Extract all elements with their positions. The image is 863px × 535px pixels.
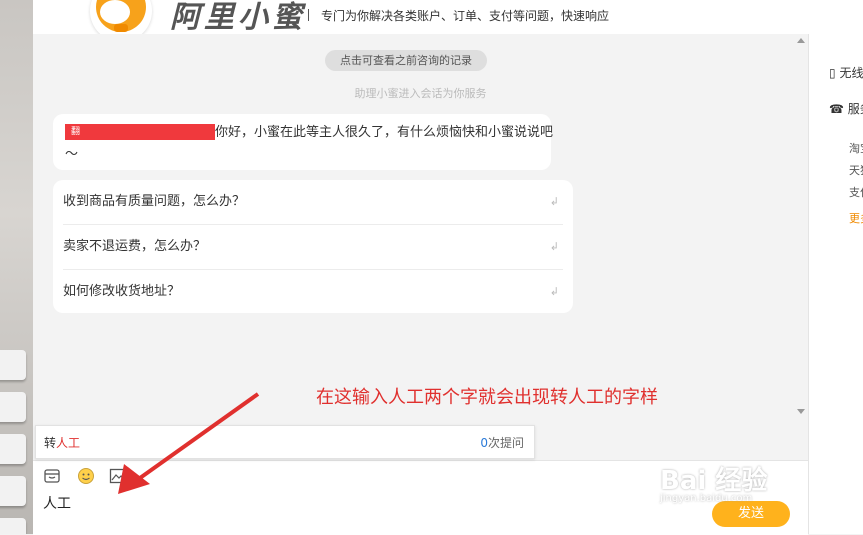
send-button[interactable]: 发送 — [712, 501, 790, 527]
emoji-icon[interactable] — [77, 467, 95, 485]
mobile-item[interactable]: ▯ 无线 — [829, 64, 863, 81]
faq-item[interactable]: 如何修改收货地址？ ↲ — [63, 270, 563, 314]
faq-item-label: 卖家不退运费，怎么办？ — [63, 239, 207, 254]
greeting-bubble: 你好，小蜜在此等主人很久了，有什么烦恼快和小蜜说说吧～ 翻 — [53, 114, 553, 170]
keyboard-key — [0, 392, 26, 422]
history-button[interactable]: 点击可查看之前咨询的记录 — [325, 50, 487, 71]
keyboard-key — [0, 434, 26, 464]
reply-icon: ↲ — [549, 240, 559, 253]
keyboard-key — [0, 476, 26, 506]
header: 阿里小蜜 专门为你解决各类账户、订单、支付等问题，快速响应 — [33, 0, 863, 42]
right-link[interactable]: 天猫 — [849, 162, 863, 178]
header-tagline: 专门为你解决各类账户、订单、支付等问题，快速响应 — [321, 9, 610, 23]
suggestion-prefix: 转 — [44, 436, 57, 450]
message-input[interactable]: 人工 — [43, 493, 71, 513]
keyboard-key — [0, 518, 26, 534]
suggestion-highlight: 人工 — [56, 436, 81, 450]
image-icon[interactable] — [109, 467, 127, 485]
keyboard-key — [0, 350, 26, 380]
store-icon[interactable] — [43, 467, 61, 485]
chat-scrollbar[interactable] — [794, 34, 808, 426]
faq-item-label: 收到商品有质量问题，怎么办？ — [63, 194, 246, 209]
scroll-down-icon[interactable] — [797, 409, 805, 414]
mobile-icon: ▯ — [829, 66, 836, 80]
suggestion-count: 0次提问 — [480, 434, 524, 451]
faq-item[interactable]: 收到商品有质量问题，怎么办？ ↲ — [63, 180, 563, 225]
phone-icon: ☎ — [829, 102, 844, 116]
suggestion-count-number: 0 — [480, 436, 488, 450]
faq-list: 收到商品有质量问题，怎么办？ ↲ 卖家不退运费，怎么办？ ↲ 如何修改收货地址？… — [53, 180, 573, 313]
assistant-notice: 助理小蜜进入会话为你服务 — [354, 87, 487, 100]
faq-item[interactable]: 卖家不退运费，怎么办？ ↲ — [63, 225, 563, 270]
header-divider — [308, 9, 309, 21]
chat-panel: 点击可查看之前咨询的记录 助理小蜜进入会话为你服务 你好，小蜜在此等主人很久了，… — [33, 34, 808, 426]
redacted-username: 翻 — [65, 124, 215, 140]
suggestion-popup[interactable]: 转人工 0次提问 — [35, 425, 535, 459]
mobile-label: 无线 — [839, 66, 863, 80]
suggestion-text[interactable]: 转人工 — [44, 434, 80, 451]
service-item[interactable]: ☎ 服务 — [829, 100, 863, 117]
background-photo — [0, 0, 33, 534]
watermark-logo: Bai 经验 — [660, 466, 768, 496]
watermark: Bai 经验 jingyan.baidu.com — [660, 460, 767, 504]
reply-icon: ↲ — [549, 195, 559, 208]
brand-title: 阿里小蜜 — [170, 0, 306, 35]
right-link[interactable]: 淘宝 — [849, 140, 863, 156]
right-panel: ▯ 无线 ☎ 服务 淘宝 天猫 支付 更多 — [808, 34, 863, 534]
more-link[interactable]: 更多 — [849, 210, 863, 226]
watermark-url: jingyan.baidu.com — [660, 493, 753, 504]
right-link[interactable]: 支付 — [849, 184, 863, 200]
annotation-text: 在这输入人工两个字就会出现转人工的字样 — [316, 387, 658, 408]
faq-item-label: 如何修改收货地址？ — [63, 284, 181, 299]
service-label: 服务 — [847, 102, 863, 116]
reply-icon: ↲ — [549, 285, 559, 298]
scroll-up-icon[interactable] — [797, 38, 805, 43]
suggestion-count-suffix: 次提问 — [487, 436, 524, 450]
